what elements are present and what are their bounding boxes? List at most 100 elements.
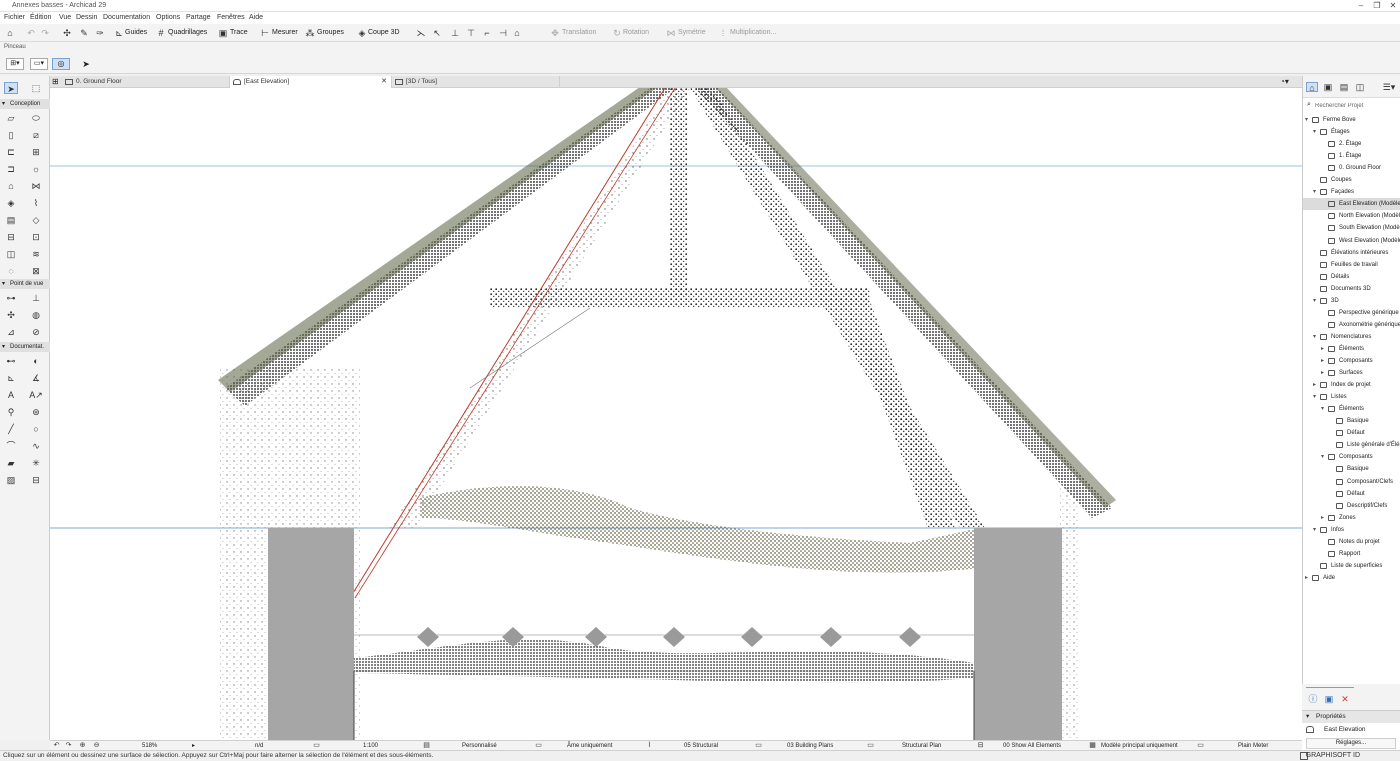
chevron-right-icon[interactable]: ▸: [1321, 512, 1324, 524]
tree-item[interactable]: ▸ Surfaces: [1303, 367, 1400, 379]
section-point-de-vue[interactable]: Point de vue: [0, 279, 50, 289]
explode-icon[interactable]: ⌂: [512, 28, 522, 38]
translation-button[interactable]: Translation: [562, 27, 596, 39]
tree-item[interactable]: Coupes: [1303, 174, 1400, 186]
chevron-down-icon[interactable]: ▾: [1313, 186, 1316, 198]
stair-tool-icon[interactable]: ⊐: [4, 163, 18, 175]
tree-item[interactable]: ▾ Listes: [1303, 391, 1400, 403]
chevron-down-icon[interactable]: ▾: [1313, 391, 1316, 403]
chevron-down-icon[interactable]: ▾: [1313, 295, 1316, 307]
guides-button[interactable]: Guides: [125, 27, 147, 39]
tree-item[interactable]: ▾ Infos: [1303, 524, 1400, 536]
angle-dimension-tool-icon[interactable]: ∡: [29, 372, 43, 384]
tree-item[interactable]: Descriptif/Clefs: [1303, 500, 1400, 512]
mesurer-button[interactable]: Mesurer: [272, 27, 298, 39]
zoom-out-icon[interactable]: ⊖: [92, 742, 101, 750]
tree-item[interactable]: ▾ Étages: [1303, 126, 1400, 138]
window-tool-icon[interactable]: ⊞: [29, 146, 43, 158]
camera-tool-icon[interactable]: ◍: [29, 309, 43, 321]
interior-elevation-tool-icon[interactable]: ✣: [4, 309, 18, 321]
beam-tool-icon[interactable]: ⧄: [29, 129, 43, 141]
close-window-button[interactable]: ✕: [1386, 1, 1400, 11]
section-documentation[interactable]: Documentat.: [0, 342, 50, 352]
terrain-tool-icon[interactable]: ≋: [29, 248, 43, 260]
tab-east-elevation[interactable]: [East Elevation] ✕: [230, 76, 392, 88]
tree-item[interactable]: Feuilles de travail: [1303, 259, 1400, 271]
close-icon[interactable]: ✕: [381, 76, 387, 88]
menu-fenetres[interactable]: Fenêtres: [217, 14, 245, 21]
info-icon[interactable]: ⓘ: [1308, 694, 1318, 704]
chevron-right-icon[interactable]: ▸: [1305, 572, 1308, 584]
tree-item[interactable]: Défaut: [1303, 488, 1400, 500]
lamp-tool-icon[interactable]: ⊡: [29, 231, 43, 243]
chevron-down-icon[interactable]: ▾: [1313, 331, 1316, 343]
tree-item[interactable]: Composant/Clefs: [1303, 476, 1400, 488]
menu-aide[interactable]: Aide: [249, 14, 263, 21]
search-input[interactable]: [1305, 101, 1399, 111]
wall-tool-icon[interactable]: ▱: [4, 112, 18, 124]
marker-tool-icon[interactable]: ⚲: [4, 406, 18, 418]
tree-item[interactable]: Détails: [1303, 271, 1400, 283]
slab-tool-icon[interactable]: ⬭: [29, 112, 43, 124]
tree-item[interactable]: Liste de superficies: [1303, 560, 1400, 572]
mirror-icon[interactable]: ⋈: [666, 28, 676, 38]
detail-tool-icon[interactable]: ⊘: [29, 326, 43, 338]
tree-item[interactable]: ▸ Composants: [1303, 355, 1400, 367]
object-tool-icon[interactable]: ☼: [29, 163, 43, 175]
tab-overview-icon[interactable]: ⊞: [52, 76, 59, 88]
door-tool-icon[interactable]: ⊏: [4, 146, 18, 158]
properties-header[interactable]: ▾ Propriétés: [1302, 711, 1400, 723]
tree-item[interactable]: Perspective générique: [1303, 307, 1400, 319]
adjust-icon[interactable]: ⊥: [450, 28, 460, 38]
level-dimension-tool-icon[interactable]: ◐: [29, 355, 43, 367]
label-tool-icon[interactable]: A↗: [29, 389, 43, 401]
rotation-button[interactable]: Rotation: [623, 27, 649, 39]
grid-icon[interactable]: #: [156, 28, 166, 38]
undo-zoom-icon[interactable]: ↶: [52, 742, 61, 750]
menu-dessin[interactable]: Dessin: [76, 14, 97, 21]
tree-item[interactable]: Documents 3D: [1303, 283, 1400, 295]
marquee-shape-icon[interactable]: ▭▾: [30, 58, 48, 70]
spline-tool-icon[interactable]: ∿: [29, 440, 43, 452]
layout-book-icon[interactable]: ▤: [1338, 82, 1350, 92]
undo-icon[interactable]: ↶: [26, 28, 36, 38]
shell-tool-icon[interactable]: ⋈: [29, 180, 43, 192]
maximize-button[interactable]: ❐: [1370, 1, 1384, 11]
eyedropper-icon[interactable]: ✎: [79, 28, 89, 38]
fill-tool-icon[interactable]: ▰: [4, 457, 18, 469]
tree-item[interactable]: East Elevation (Modèle automatique): [1303, 198, 1400, 211]
tree-item[interactable]: 1. Étage: [1303, 150, 1400, 162]
split-icon[interactable]: ⊣: [498, 28, 508, 38]
section-3d-icon[interactable]: ◈: [357, 28, 367, 38]
tree-item[interactable]: ▾ Façades: [1303, 186, 1400, 198]
chevron-right-icon[interactable]: ▸: [1321, 343, 1324, 355]
chevron-right-icon[interactable]: ▸: [1313, 379, 1316, 391]
hotspot-tool-icon[interactable]: ✳: [29, 457, 43, 469]
tree-item[interactable]: 0. Ground Floor: [1303, 162, 1400, 174]
menu-options[interactable]: Options: [156, 14, 180, 21]
tree-item[interactable]: Notes du projet: [1303, 536, 1400, 548]
morph-tool-icon[interactable]: ◈: [4, 197, 18, 209]
text-tool-icon[interactable]: A: [4, 389, 18, 401]
trace-icon[interactable]: ▣: [218, 28, 228, 38]
tree-item[interactable]: ▸ Éléments: [1303, 343, 1400, 355]
skylight-tool-icon[interactable]: ◇: [29, 214, 43, 226]
tree-item[interactable]: South Elevation (Modèle automatique): [1303, 222, 1400, 234]
menu-partage[interactable]: Partage: [186, 14, 211, 21]
worksheet-tool-icon[interactable]: ⊿: [4, 326, 18, 338]
polyline-tool-icon[interactable]: ⌒: [4, 440, 18, 452]
offset-icon[interactable]: ↖: [432, 28, 442, 38]
chevron-right-icon[interactable]: ▸: [1321, 355, 1324, 367]
multiplication-button[interactable]: Multiplication...: [730, 27, 776, 39]
tree-item[interactable]: ▾ 3D: [1303, 295, 1400, 307]
tree-item[interactable]: West Elevation (Modèle automatique): [1303, 235, 1400, 247]
chevron-down-icon[interactable]: ▾: [1321, 403, 1324, 415]
figure-tool-icon[interactable]: ▨: [4, 474, 18, 486]
chevron-down-icon[interactable]: ▾: [1321, 451, 1324, 463]
project-map-icon[interactable]: ⌂: [1306, 82, 1318, 93]
opening-tool-icon[interactable]: ◌: [4, 265, 18, 277]
rotation-icon[interactable]: ↻: [612, 28, 622, 38]
roof-tool-icon[interactable]: ⌂: [4, 180, 18, 192]
tree-item[interactable]: ▾ Éléments: [1303, 403, 1400, 415]
section-line-tool-icon[interactable]: ⊶: [4, 292, 18, 304]
